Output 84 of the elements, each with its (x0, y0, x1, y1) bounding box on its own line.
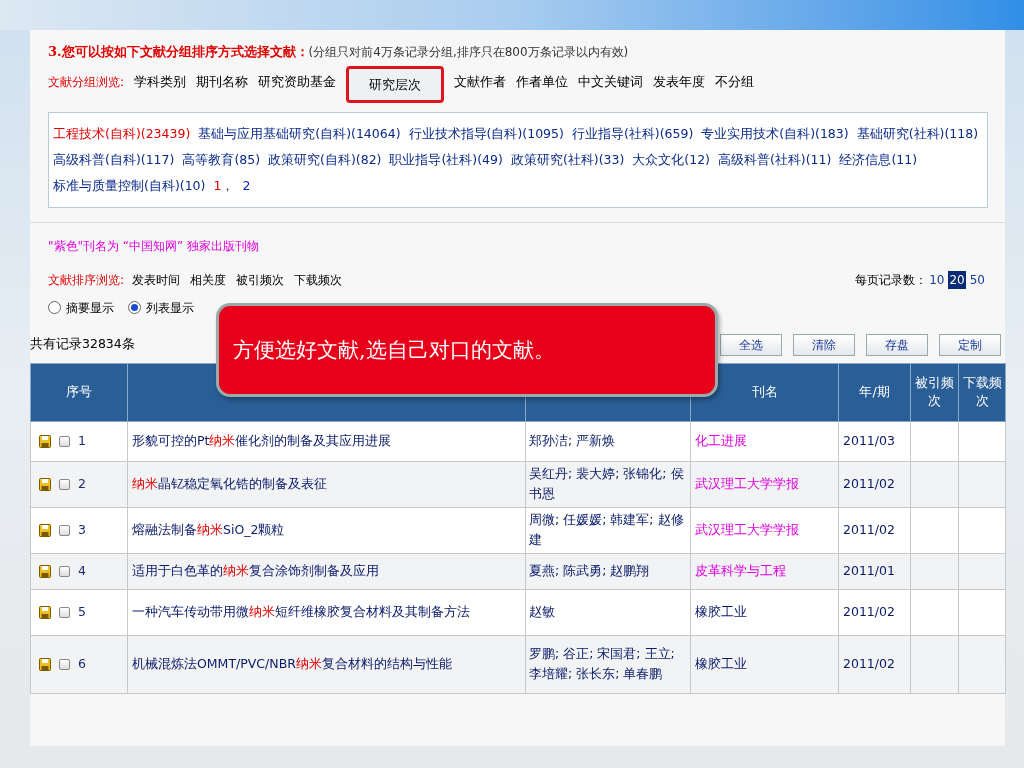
column-header: 序号 (66, 384, 92, 399)
group-tab[interactable]: 发表年度 (653, 71, 706, 92)
journal-link[interactable]: 橡胶工业 (695, 603, 747, 619)
radio-label: 列表显示 (146, 299, 194, 317)
issue-text: 2011/02 (843, 603, 895, 619)
row-number: 1 (78, 431, 86, 450)
group-tab[interactable]: 期刊名称 (196, 71, 249, 92)
group-link[interactable]: 基础与应用基础研究(自科)(14064) (198, 120, 401, 147)
group-link[interactable]: 经济信息(11) (839, 146, 918, 173)
group-tab[interactable]: 中文关键词 (578, 71, 644, 92)
journal-link[interactable]: 化工进展 (695, 432, 747, 448)
group-link[interactable]: 政策研究(自科)(82) (268, 146, 382, 173)
page-link[interactable]: 2 (242, 172, 251, 199)
article-title-link[interactable]: 纳米晶钇稳定氧化锆的制备及表征 (132, 476, 327, 491)
record-count: 共有记录32834条 (30, 335, 135, 354)
issue-text: 2011/01 (843, 562, 895, 578)
row-number: 4 (78, 561, 86, 580)
issue-text: 2011/02 (843, 655, 895, 671)
toolbar-button[interactable]: 存盘 (866, 333, 928, 356)
row-number: 5 (78, 602, 86, 621)
group-nav-label: 文献分组浏览: (48, 73, 125, 91)
row-checkbox[interactable] (59, 606, 70, 618)
group-link[interactable]: 高级科普(自科)(117) (53, 146, 175, 173)
radio-button[interactable] (128, 301, 141, 314)
authors-text: 周微; 任媛媛; 韩建军; 赵修建 (529, 512, 684, 547)
journal-link[interactable]: 橡胶工业 (695, 655, 747, 671)
per-page-option[interactable]: 20 (948, 270, 966, 289)
authors-text: 郑孙洁; 严新焕 (529, 433, 616, 448)
sort-link[interactable]: 相关度 (190, 270, 227, 289)
row-checkbox[interactable] (59, 478, 70, 490)
sort-link[interactable]: 发表时间 (132, 270, 181, 289)
toolbar-button[interactable]: 清除 (793, 333, 855, 356)
toolbar-button[interactable]: 全选 (720, 333, 782, 356)
group-tab[interactable]: 研究层次 (346, 65, 445, 104)
group-tab[interactable]: 作者单位 (516, 71, 569, 92)
column-header: 刊名 (751, 384, 778, 399)
section-heading: 3.您可以按如下文献分组排序方式选择文献： (48, 43, 309, 61)
group-link[interactable]: 标准与质量控制(自科)(10) (53, 172, 206, 199)
page-link[interactable]: 1 (213, 172, 222, 199)
column-header: 年/期 (859, 384, 890, 399)
column-header: 下载频次 (962, 375, 1002, 408)
group-link[interactable]: 高级科普(社科)(11) (718, 146, 832, 173)
row-checkbox[interactable] (59, 658, 70, 670)
authors-text: 罗鹏; 谷正; 宋国君; 王立; 李培耀; 张长东; 单春鹏 (529, 646, 675, 681)
row-number: 3 (78, 520, 86, 539)
group-link[interactable]: 高等教育(85) (182, 146, 261, 173)
issue-text: 2011/02 (843, 521, 895, 537)
separator: ， (221, 176, 235, 195)
column-header: 被引频次 (915, 375, 954, 408)
group-link[interactable]: 大众文化(12) (632, 146, 710, 173)
row-checkbox[interactable] (59, 524, 70, 536)
group-link[interactable]: 行业技术指导(自科)(1095) (408, 120, 564, 147)
group-link[interactable]: 基础研究(社科)(118) (856, 120, 978, 147)
per-page-option[interactable]: 50 (969, 270, 985, 289)
issue-text: 2011/03 (843, 432, 895, 448)
authors-text: 赵敏 (529, 604, 555, 619)
group-link[interactable]: 职业指导(社科)(49) (389, 146, 503, 173)
article-title-link[interactable]: 熔融法制备纳米SiO_2颗粒 (132, 522, 285, 537)
sort-nav-label: 文献排序浏览: (48, 271, 125, 289)
radio-button[interactable] (48, 301, 61, 314)
group-link[interactable]: 政策研究(社科)(33) (510, 146, 625, 173)
group-tab[interactable]: 文献作者 (454, 71, 507, 92)
heading-note: (分组只对前4万条记录分组,排序只在800万条记录以内有效) (308, 44, 629, 61)
authors-text: 夏燕; 陈武勇; 赵鹏翔 (529, 563, 650, 578)
group-link[interactable]: 工程技术(自科)(23439) (53, 120, 191, 147)
group-link[interactable]: 行业指导(社科)(659) (571, 120, 694, 147)
sort-link[interactable]: 下载频次 (294, 270, 343, 289)
radio-label: 摘要显示 (66, 299, 114, 317)
group-tab[interactable]: 不分组 (715, 71, 755, 92)
issue-text: 2011/02 (843, 475, 895, 491)
per-page-label: 每页记录数： (855, 271, 928, 289)
toolbar-button[interactable]: 定制 (939, 333, 1001, 356)
row-number: 6 (78, 654, 86, 673)
sort-link[interactable]: 被引频次 (236, 270, 285, 289)
row-checkbox[interactable] (59, 435, 70, 447)
callout-text: 方便选好文献,选自己对口的文献。 (233, 339, 555, 361)
group-link[interactable]: 专业实用技术(自科)(183) (701, 120, 849, 147)
per-page-option[interactable]: 10 (929, 270, 945, 289)
group-tab[interactable]: 学科类别 (134, 71, 187, 92)
row-number: 2 (78, 474, 86, 493)
exclusive-note: "紫色"刊名为 “中国知网” 独家出版刊物 (48, 238, 260, 253)
row-checkbox[interactable] (59, 565, 70, 577)
authors-text: 吴红丹; 裴大婷; 张锦化; 侯书恩 (529, 466, 684, 501)
group-tab[interactable]: 研究资助基金 (258, 71, 337, 92)
